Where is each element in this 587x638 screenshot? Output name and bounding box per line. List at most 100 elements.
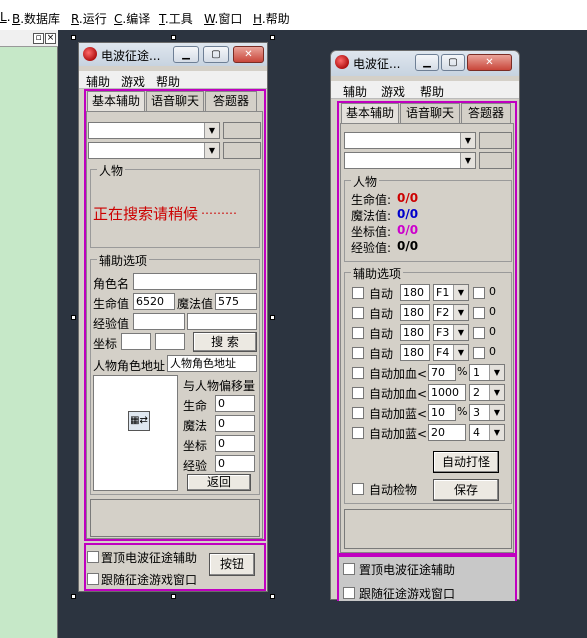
combo-2[interactable]: ▼ [88,142,220,159]
mp-field[interactable]: 575 [215,293,257,310]
auto-num-chk-1[interactable] [473,287,485,299]
resize-handle[interactable] [270,35,275,40]
ide-menu-item[interactable]: L. [0,10,11,24]
add-chk-3[interactable] [352,407,364,419]
auto-pick-chk[interactable] [352,483,364,495]
auto-key-3[interactable]: F3 ▼ [433,324,469,341]
add-sel-4[interactable]: 4 ▼ [469,424,505,441]
blank-box-1 [223,122,261,139]
tab-quiz[interactable]: 答题器 [205,91,257,111]
window-1-titlebar[interactable]: 电波征途... ▁ ▢ ✕ [79,43,267,66]
combo-2[interactable]: ▼ [344,152,476,169]
add-sel-1-text: 1 [473,366,480,379]
menu-help[interactable]: 帮助 [420,83,444,100]
auto-chk-2[interactable] [352,307,364,319]
ide-menu-item[interactable]: W.窗口 [204,10,242,27]
chk-follow-box[interactable] [87,573,99,585]
menu-assist[interactable]: 辅助 [343,83,367,100]
offset-coord-label: 坐标 [183,439,208,453]
auto-key-4[interactable]: F4 ▼ [433,344,469,361]
minimize-button[interactable]: ▁ [415,54,439,71]
ide-menu-item[interactable]: C.编译 [114,10,150,27]
chk-follow-box[interactable] [343,587,355,599]
resize-handle[interactable] [270,315,275,320]
add-chk-4[interactable] [352,427,364,439]
menu-game[interactable]: 游戏 [121,73,145,90]
auto-value-2[interactable]: 180 [400,304,430,321]
auto-attack-button[interactable]: 自动打怪 [433,451,499,473]
role-name-field[interactable] [133,273,257,290]
back-button[interactable]: 返回 [187,474,251,491]
combo-1[interactable]: ▼ [88,122,220,139]
form-window-1[interactable]: 电波征途... ▁ ▢ ✕ 辅助 游戏 帮助 基本辅助 语音聊天 答题器 ▼ ▼… [78,42,268,592]
coord-x-field[interactable] [121,333,151,350]
minimize-button[interactable]: ▁ [173,46,199,63]
resize-handle[interactable] [71,35,76,40]
add-sel-1[interactable]: 1 ▼ [469,364,505,381]
maximize-button[interactable]: ▢ [441,54,465,71]
exp-field[interactable] [133,313,185,330]
add-chk-1[interactable] [352,367,364,379]
offset-coord-field[interactable]: 0 [215,435,255,452]
auto-chk-3[interactable] [352,327,364,339]
save-button[interactable]: 保存 [433,479,499,501]
combo-1[interactable]: ▼ [344,132,476,149]
close-icon[interactable]: × [45,33,56,44]
resize-handle[interactable] [171,35,176,40]
auto-key-2[interactable]: F2 ▼ [433,304,469,321]
auto-num-chk-3[interactable] [473,327,485,339]
exp-field-2[interactable] [187,313,257,330]
auto-chk-1[interactable] [352,287,364,299]
resize-handle[interactable] [270,594,275,599]
ide-menu-item[interactable]: T.工具 [159,10,193,27]
tab-basic[interactable]: 基本辅助 [87,91,145,112]
generic-button[interactable]: 按钮 [209,553,255,576]
offset-mp-field[interactable]: 0 [215,415,255,432]
restore-icon[interactable]: ▫ [33,33,44,44]
chk-top-box[interactable] [343,563,355,575]
close-button[interactable]: ✕ [467,54,512,71]
form-window-2[interactable]: 电波征... ▁ ▢ ✕ 辅助 游戏 帮助 基本辅助 语音聊天 答题器 ▼ ▼ … [330,50,520,601]
resize-handle[interactable] [71,315,76,320]
add-sel-2[interactable]: 2 ▼ [469,384,505,401]
auto-num-3: 0 [489,325,496,338]
tab-voice[interactable]: 语音聊天 [400,103,460,123]
addr-field[interactable]: 人物角色地址 [167,355,257,372]
add-value-2[interactable]: 1000 [428,384,466,401]
menu-help[interactable]: 帮助 [156,73,180,90]
auto-key-1[interactable]: F1 ▼ [433,284,469,301]
coord-y-field[interactable] [155,333,185,350]
maximize-button[interactable]: ▢ [203,46,229,63]
ide-menu-item[interactable]: R.运行 [71,10,107,27]
chk-top-box[interactable] [87,551,99,563]
tab-voice[interactable]: 语音聊天 [146,91,204,111]
chevron-down-icon: ▼ [204,143,219,158]
resize-handle[interactable] [71,594,76,599]
tab-basic[interactable]: 基本辅助 [341,103,399,124]
add-chk-2[interactable] [352,387,364,399]
add-value-1[interactable]: 70 [428,364,456,381]
menu-game[interactable]: 游戏 [381,83,405,100]
chevron-down-icon: ▼ [460,153,475,168]
menu-assist[interactable]: 辅助 [86,73,110,90]
auto-value-3[interactable]: 180 [400,324,430,341]
ide-menu-item[interactable]: B.数据库 [12,10,60,27]
offset-hp-field[interactable]: 0 [215,395,255,412]
auto-chk-4[interactable] [352,347,364,359]
resize-handle[interactable] [171,594,176,599]
ide-menu-item[interactable]: H.帮助 [253,10,290,27]
auto-value-1[interactable]: 180 [400,284,430,301]
tab-quiz[interactable]: 答题器 [461,103,511,123]
list-box[interactable]: ▦⇄ [93,375,178,491]
add-sel-3[interactable]: 3 ▼ [469,404,505,421]
offset-exp-field[interactable]: 0 [215,455,255,472]
auto-num-chk-4[interactable] [473,347,485,359]
auto-value-4[interactable]: 180 [400,344,430,361]
add-value-3[interactable]: 10 [428,404,456,421]
add-value-4[interactable]: 20 [428,424,466,441]
search-button[interactable]: 搜 索 [193,332,257,352]
close-button[interactable]: ✕ [233,46,264,63]
window-2-titlebar[interactable]: 电波征... ▁ ▢ ✕ [331,51,519,76]
auto-num-chk-2[interactable] [473,307,485,319]
hp-field[interactable]: 6520 [133,293,175,310]
